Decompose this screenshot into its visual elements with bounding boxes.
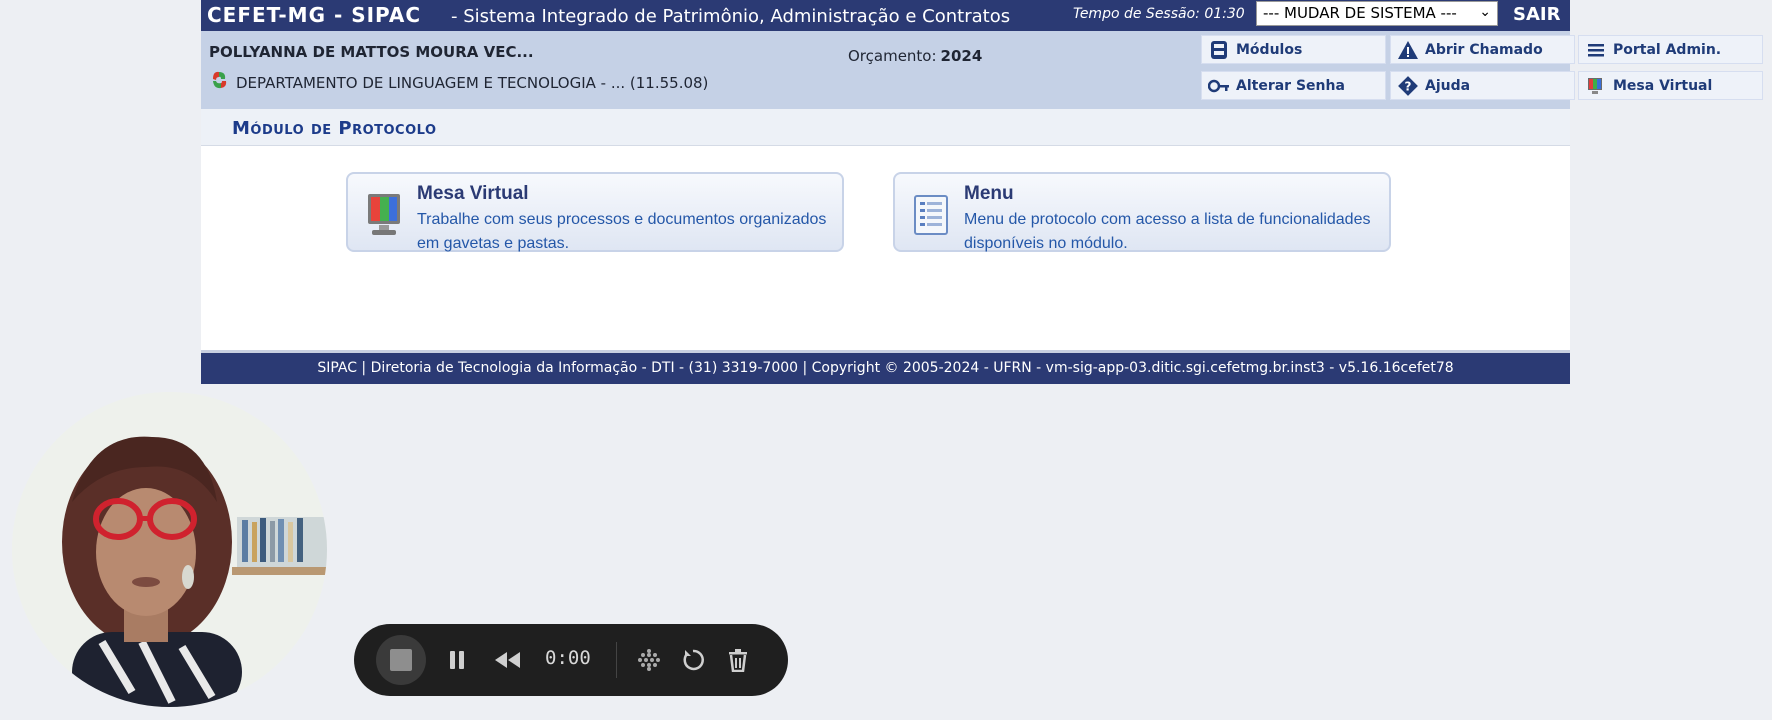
card-title: Mesa Virtual xyxy=(417,183,529,204)
document-list-icon xyxy=(914,195,948,235)
warning-icon xyxy=(1397,39,1419,61)
help-label: Ajuda xyxy=(1425,77,1471,94)
virtual-desk-button[interactable]: Mesa Virtual xyxy=(1578,71,1763,100)
budget-label: Orçamento: xyxy=(848,47,937,65)
restart-button[interactable] xyxy=(678,645,708,675)
trash-icon xyxy=(729,649,747,672)
open-ticket-label: Abrir Chamado xyxy=(1425,41,1543,58)
open-ticket-button[interactable]: Abrir Chamado xyxy=(1390,35,1575,64)
admin-portal-button[interactable]: Portal Admin. xyxy=(1578,35,1763,64)
change-password-button[interactable]: Alterar Senha xyxy=(1201,71,1386,100)
webcam-overlay xyxy=(12,392,327,707)
modules-label: Módulos xyxy=(1236,41,1303,58)
footer: SIPAC | Diretoria de Tecnologia da Infor… xyxy=(201,350,1570,384)
help-button[interactable]: ? Ajuda xyxy=(1390,71,1575,100)
virtual-desk-label: Mesa Virtual xyxy=(1613,77,1713,94)
modules-button[interactable]: Módulos xyxy=(1201,35,1386,64)
card-description: Trabalhe com seus processos e documentos… xyxy=(417,211,827,252)
sipac-window: CEFET-MG - SIPAC - Sistema Integrado de … xyxy=(201,0,1763,384)
department-name: DEPARTAMENTO DE LINGUAGEM E TECNOLOGIA -… xyxy=(236,74,709,92)
stop-icon xyxy=(390,649,412,671)
session-timer: Tempo de Sessão: 01:30 xyxy=(1073,6,1245,22)
menu-list-icon xyxy=(1585,39,1607,61)
change-password-label: Alterar Senha xyxy=(1236,77,1345,94)
grid-dots-icon xyxy=(638,649,660,671)
modules-icon xyxy=(1208,39,1230,61)
virtual-desk-card[interactable]: Mesa Virtual Trabalhe com seus processos… xyxy=(346,172,844,252)
monitor-icon xyxy=(368,194,400,235)
budget-year: 2024 xyxy=(940,47,983,65)
user-name: POLLYANNA DE MATTOS MOURA VEC... xyxy=(209,43,534,61)
webcam-image xyxy=(12,392,327,707)
card-description: Menu de protocolo com acesso a lista de … xyxy=(964,211,1371,252)
module-title: Módulo de Protocolo xyxy=(232,118,437,139)
pause-button[interactable] xyxy=(442,645,472,675)
restart-icon xyxy=(683,649,704,671)
user-info-panel: POLLYANNA DE MATTOS MOURA VEC... DEPARTA… xyxy=(201,31,1763,109)
delete-button[interactable] xyxy=(723,645,753,675)
admin-portal-label: Portal Admin. xyxy=(1613,41,1722,58)
stop-button[interactable] xyxy=(376,635,426,685)
card-title: Menu xyxy=(964,183,1014,204)
svg-text:?: ? xyxy=(1405,79,1412,93)
help-icon: ? xyxy=(1397,75,1419,97)
system-subtitle: - Sistema Integrado de Patrimônio, Admin… xyxy=(451,6,1011,27)
chevron-down-icon: ⌄ xyxy=(1479,4,1491,20)
pause-icon xyxy=(450,651,464,669)
toolbar-divider xyxy=(616,642,617,678)
top-bar: CEFET-MG - SIPAC - Sistema Integrado de … xyxy=(201,0,1570,31)
rewind-icon xyxy=(495,652,520,668)
brand-title: CEFET-MG - SIPAC xyxy=(207,3,422,27)
footer-text: SIPAC | Diretoria de Tecnologia da Infor… xyxy=(317,360,1454,376)
change-system-value: --- MUDAR DE SISTEMA --- xyxy=(1263,4,1457,22)
budget: Orçamento: 2024 xyxy=(848,47,982,65)
change-system-select[interactable]: --- MUDAR DE SISTEMA --- ⌄ xyxy=(1256,1,1498,26)
rewind-button[interactable] xyxy=(490,645,524,675)
module-header: Módulo de Protocolo xyxy=(201,109,1570,146)
monitor-icon xyxy=(1585,75,1607,97)
department-icon xyxy=(213,71,227,89)
protocol-menu-card[interactable]: Menu Menu de protocolo com acesso a list… xyxy=(893,172,1391,252)
recording-timer: 0:00 xyxy=(545,647,591,669)
screen-recorder-toolbar: 0:00 xyxy=(354,624,788,696)
logout-link[interactable]: SAIR xyxy=(1513,4,1560,25)
key-icon xyxy=(1208,75,1230,97)
grid-button[interactable] xyxy=(634,645,664,675)
